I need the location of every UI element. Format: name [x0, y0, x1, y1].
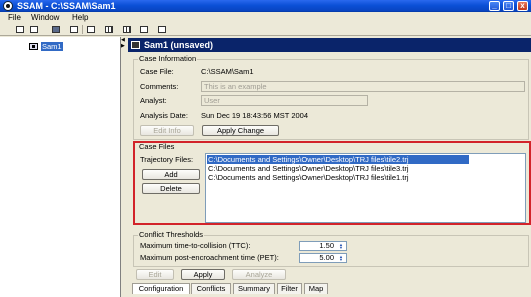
list-item[interactable]: C:\Documents and Settings\Owner\Desktop\… [207, 173, 409, 182]
new-file-icon[interactable] [15, 25, 25, 34]
maximize-button[interactable]: □ [503, 1, 514, 11]
spinner-arrows-icon[interactable]: ▲ ▼ [337, 255, 345, 262]
frame-icon [131, 41, 140, 49]
title-bar: SSAM - C:\SSAM\Sam1 _ □ x [0, 0, 531, 12]
tree-node-label: Sam1 [41, 42, 63, 51]
pet-value: 5.00 [319, 253, 334, 262]
comments-field[interactable]: This is an example [201, 81, 525, 92]
analysis-date-label: Analysis Date: [140, 111, 188, 120]
list-item[interactable]: C:\Documents and Settings\Owner\Desktop\… [207, 155, 469, 164]
grid-icon[interactable] [122, 25, 132, 34]
apply-button[interactable]: Apply [181, 269, 225, 280]
save-as-icon[interactable] [69, 25, 79, 34]
cascade-icon[interactable] [139, 25, 149, 34]
tab-configuration[interactable]: Configuration [132, 283, 190, 294]
analyze-button[interactable]: Analyze [232, 269, 286, 280]
spinner-arrows-icon[interactable]: ▲ ▼ [337, 243, 345, 250]
collapse-right-icon[interactable]: ▶ [121, 44, 125, 49]
menu-window[interactable]: Window [31, 12, 59, 23]
edit-info-button[interactable]: Edit Info [140, 125, 194, 136]
project-tree: Sam1 [0, 37, 121, 297]
ttc-spinner[interactable]: 1.50 ▲ ▼ [299, 241, 347, 251]
frame-title: Sam1 (unsaved) [144, 40, 214, 50]
trajectory-files-list[interactable]: C:\Documents and Settings\Owner\Desktop\… [205, 153, 526, 223]
case-files-title: Case Files [139, 142, 175, 151]
edit-button[interactable]: Edit [136, 269, 174, 280]
tile-horizontal-icon[interactable] [86, 25, 96, 34]
tile-vertical-icon[interactable] [104, 25, 114, 34]
window-title: SSAM - C:\SSAM\Sam1 [17, 1, 116, 11]
menu-bar: File Window Help [0, 12, 531, 23]
comments-label: Comments: [140, 82, 179, 91]
case-file-value: C:\SSAM\Sam1 [201, 67, 254, 76]
analysis-date-value: Sun Dec 19 18:43:56 MST 2004 [201, 111, 309, 120]
analyst-field[interactable]: User [201, 95, 368, 106]
tab-filter[interactable]: Filter [277, 283, 302, 294]
app-icon [3, 1, 13, 11]
toolbar [0, 23, 531, 36]
case-information-title: Case Information [138, 54, 198, 64]
tab-map[interactable]: Map [304, 283, 328, 294]
open-folder-icon[interactable] [29, 25, 39, 34]
frame-title-bar: Sam1 (unsaved) [128, 38, 531, 52]
case-file-label: Case File: [140, 67, 174, 76]
conflict-thresholds-title: Conflict Thresholds [138, 230, 205, 240]
ttc-label: Maximum time-to-collision (TTC): [140, 241, 251, 250]
ttc-value: 1.50 [319, 241, 334, 250]
tab-summary[interactable]: Summary [233, 283, 275, 294]
print-icon[interactable] [157, 25, 167, 34]
menu-file[interactable]: File [8, 12, 21, 23]
minimize-button[interactable]: _ [489, 1, 500, 11]
apply-change-button[interactable]: Apply Change [202, 125, 279, 136]
close-button[interactable]: x [517, 1, 528, 11]
toolbar-separator [82, 25, 83, 34]
save-icon[interactable] [51, 25, 61, 34]
list-item[interactable]: C:\Documents and Settings\Owner\Desktop\… [207, 164, 409, 173]
pet-label: Maximum post-encroachment time (PET): [140, 253, 279, 262]
delete-button[interactable]: Delete [142, 183, 200, 194]
menu-help[interactable]: Help [72, 12, 88, 23]
analyst-label: Analyst: [140, 96, 167, 105]
pet-spinner[interactable]: 5.00 ▲ ▼ [299, 253, 347, 263]
tab-conflicts[interactable]: Conflicts [191, 283, 231, 294]
trajectory-files-label: Trajectory Files: [140, 155, 194, 164]
split-divider[interactable]: ◀ ▶ [121, 37, 127, 297]
case-icon [29, 43, 38, 50]
add-button[interactable]: Add [142, 169, 200, 180]
